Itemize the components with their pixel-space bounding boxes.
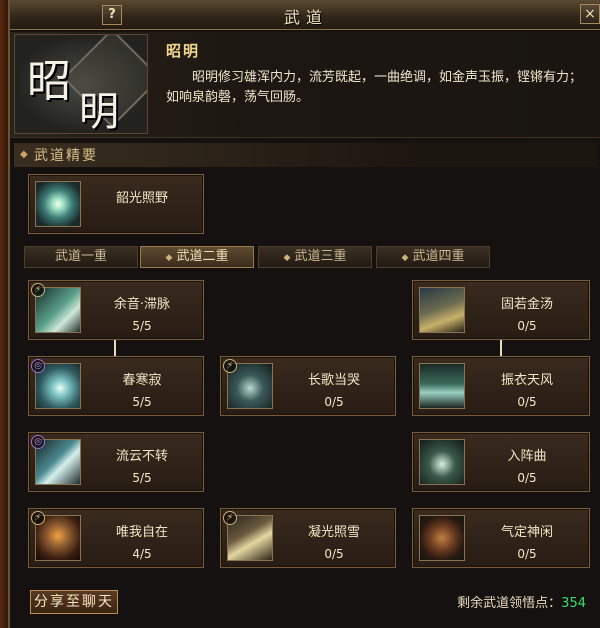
skill-level: 0/5 [517, 471, 537, 485]
skill-slot[interactable]: ◎ 春寒寂 5/5 [28, 356, 204, 416]
tab-tier-4[interactable]: ◆ 武道四重 [376, 246, 490, 268]
skill-type-badge: ⚡ [223, 511, 237, 525]
diamond-bullet-icon: ◆ [20, 149, 28, 160]
title-bar[interactable]: ? 武道 × [10, 0, 600, 30]
tab-label: 武道四重 [412, 249, 465, 264]
tab-label: 武道一重 [54, 249, 107, 264]
golden-shield-icon [419, 287, 465, 333]
skill-level: 5/5 [132, 395, 152, 409]
skill-type-badge: ⚡ [31, 511, 45, 525]
essence-skill-name: 韶光照野 [115, 191, 168, 206]
close-button[interactable]: × [580, 4, 600, 24]
skill-header: 昭 明 昭明 昭明修习雄浑内力，流芳既起，一曲绝调，如金声玉振，铿锵有力；如响泉… [10, 32, 600, 138]
skill-name: 凝光照雪 [307, 525, 360, 540]
skill-name: 流云不转 [115, 449, 168, 464]
window-title: 武道 [283, 8, 328, 27]
radiant-light-icon [35, 181, 81, 227]
skill-name: 春寒寂 [122, 373, 162, 388]
skill-type-badge: ⚡ [31, 283, 45, 297]
calm-spirit-icon [419, 515, 465, 561]
tab-marker-icon: ◆ [401, 253, 409, 263]
tab-label: 武道二重 [176, 249, 229, 264]
skill-name: 气定神闲 [500, 525, 553, 540]
skill-name: 唯我自在 [115, 525, 168, 540]
skill-name: 长歌当哭 [307, 373, 360, 388]
skill-level: 5/5 [132, 471, 152, 485]
section-title: 武道精要 [34, 148, 98, 164]
skill-type-badge: ⚡ [223, 359, 237, 373]
skill-slot[interactable]: ◎ 流云不转 5/5 [28, 432, 204, 492]
skill-type-badge: ◎ [31, 435, 45, 449]
skill-level: 0/5 [517, 319, 537, 333]
remaining-points: 剩余武道领悟点：354 [457, 592, 586, 611]
points-label: 剩余武道领悟点： [457, 596, 562, 611]
section-header: ◆ 武道精要 [14, 143, 598, 167]
skill-slot[interactable]: ⚡ 唯我自在 4/5 [28, 508, 204, 568]
tier-tabs: 武道一重 ◆ 武道二重 ◆ 武道三重 ◆ 武道四重 [24, 246, 494, 268]
skill-slot[interactable]: 固若金汤 0/5 [412, 280, 590, 340]
active-tab-marker-icon: ◆ [165, 253, 173, 263]
skill-emblem: 昭 明 [14, 34, 148, 134]
skill-name: 振衣天风 [500, 373, 553, 388]
skill-level: 4/5 [132, 547, 152, 561]
skill-description: 昭明修习雄浑内力，流芳既起，一曲绝调，如金声玉振，铿锵有力；如响泉韵磬，荡气回肠… [166, 70, 583, 105]
tab-tier-3[interactable]: ◆ 武道三重 [258, 246, 372, 268]
skill-name: 固若金汤 [500, 297, 553, 312]
tab-tier-1[interactable]: 武道一重 [24, 246, 138, 268]
tab-label: 武道三重 [294, 249, 347, 264]
battle-song-icon [419, 439, 465, 485]
wind-robe-icon [419, 363, 465, 409]
emblem-char-2: 明 [79, 89, 119, 134]
skill-level: 0/5 [324, 395, 344, 409]
skill-slot[interactable]: 入阵曲 0/5 [412, 432, 590, 492]
skill-level: 0/5 [517, 395, 537, 409]
points-value: 354 [561, 596, 586, 611]
skill-slot[interactable]: ⚡ 余音·滞脉 5/5 [28, 280, 204, 340]
skill-type-badge: ◎ [31, 359, 45, 373]
skill-level: 5/5 [132, 319, 152, 333]
emblem-char-1: 昭 [27, 56, 71, 107]
skill-name: 余音·滞脉 [113, 297, 171, 312]
essence-skill-slot[interactable]: 韶光照野 [28, 174, 204, 234]
martial-way-window: ? 武道 × 昭 明 昭明 昭明修习雄浑内力，流芳既起，一曲绝调，如金声玉振，铿… [8, 0, 600, 628]
share-to-chat-button[interactable]: 分享至聊天 [30, 590, 118, 614]
skill-slot[interactable]: ⚡ 长歌当哭 0/5 [220, 356, 396, 416]
skill-level: 0/5 [324, 547, 344, 561]
skill-level: 0/5 [517, 547, 537, 561]
skill-name: 入阵曲 [507, 449, 547, 464]
skill-slot[interactable]: 振衣天风 0/5 [412, 356, 590, 416]
tab-tier-2[interactable]: ◆ 武道二重 [140, 246, 254, 268]
skill-slot[interactable]: ⚡ 凝光照雪 0/5 [220, 508, 396, 568]
skill-title: 昭明 [166, 42, 201, 60]
tab-marker-icon: ◆ [283, 253, 291, 263]
skill-slot[interactable]: 气定神闲 0/5 [412, 508, 590, 568]
